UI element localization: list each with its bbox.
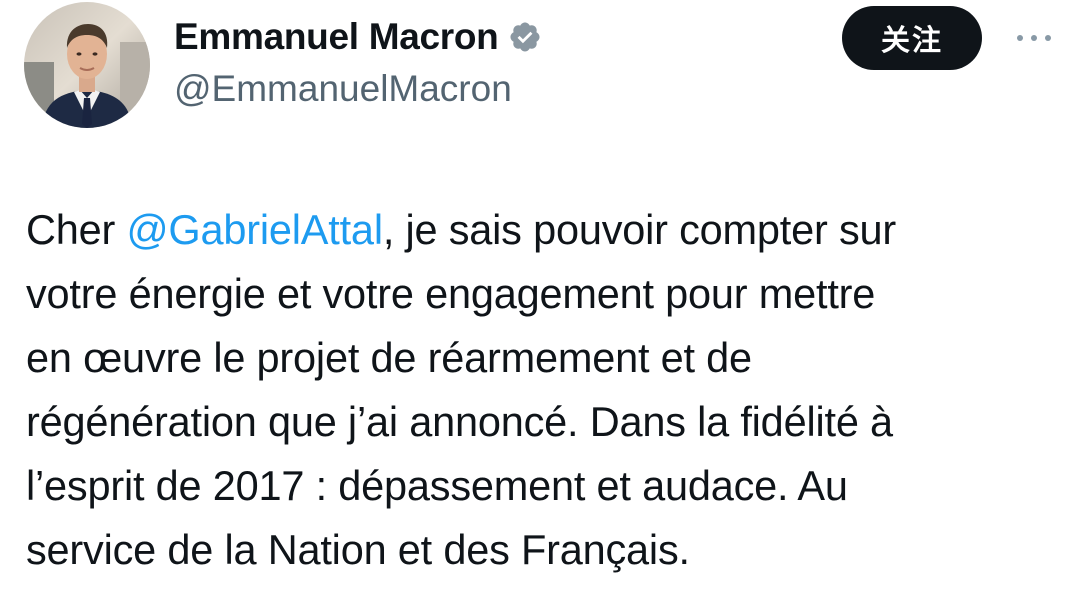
- tweet-line: en œuvre le projet de réarmement et de: [26, 334, 752, 381]
- tweet-text-segment: Cher: [26, 206, 127, 253]
- tweet-line: l’esprit de 2017 : dépassement et audace…: [26, 462, 848, 509]
- mention-link[interactable]: @GabrielAttal: [126, 206, 383, 253]
- follow-button[interactable]: 关注: [842, 6, 982, 70]
- tweet-line: Cher @GabrielAttal, je sais pouvoir comp…: [26, 198, 1066, 262]
- verified-badge-icon: [508, 20, 542, 54]
- author-name-row: Emmanuel Macron: [174, 16, 542, 58]
- avatar[interactable]: [24, 2, 150, 128]
- tweet-text-segment: , je sais pouvoir compter sur: [382, 206, 896, 253]
- avatar-photo: [24, 2, 150, 128]
- tweet-text: Cher @GabrielAttal, je sais pouvoir comp…: [26, 198, 1066, 582]
- tweet-line: service de la Nation et des Français.: [26, 526, 690, 573]
- author-handle[interactable]: @EmmanuelMacron: [174, 68, 512, 110]
- tweet-line: régénération que j’ai annoncé. Dans la f…: [26, 398, 893, 445]
- author-display-name[interactable]: Emmanuel Macron: [174, 16, 499, 58]
- tweet-card: Emmanuel Macron @EmmanuelMacron 关注 Cher …: [0, 0, 1080, 591]
- more-options-icon[interactable]: [1014, 28, 1054, 48]
- tweet-line: votre énergie et votre engagement pour m…: [26, 270, 876, 317]
